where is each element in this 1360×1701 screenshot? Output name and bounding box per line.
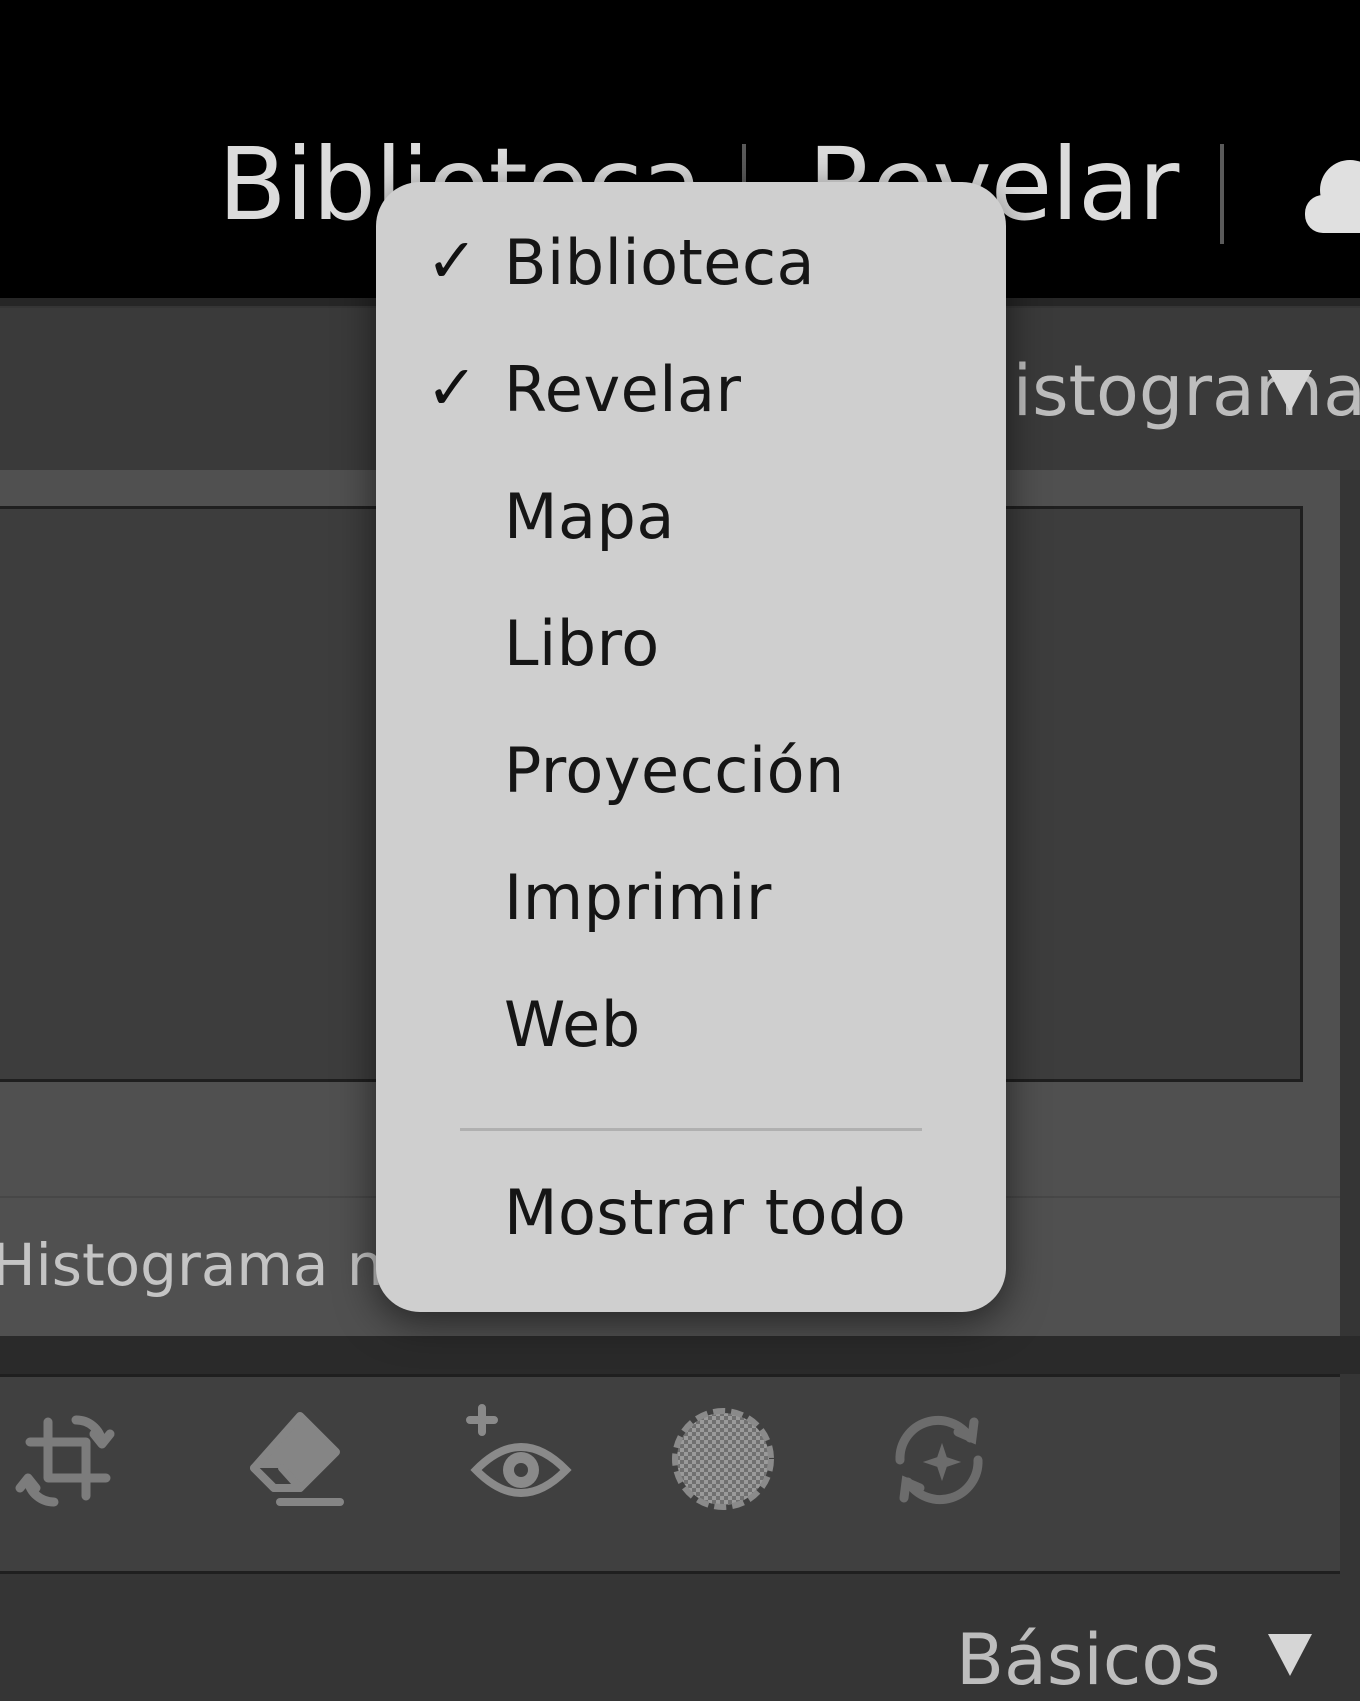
red-eye-icon[interactable]: [466, 1404, 576, 1514]
masking-icon[interactable]: [668, 1404, 778, 1514]
menu-item-proyeccion[interactable]: Proyección: [376, 718, 1006, 838]
menu-item-label: Mapa: [504, 480, 675, 553]
crop-icon[interactable]: [10, 1404, 120, 1514]
menu-item-label: Libro: [504, 607, 660, 680]
menu-item-mapa[interactable]: Mapa: [376, 464, 1006, 584]
menu-item-label: Biblioteca: [504, 226, 816, 299]
menu-item-label: Revelar: [504, 353, 742, 426]
histogram-collapse-icon[interactable]: [1268, 370, 1312, 412]
menu-item-label: Mostrar todo: [504, 1176, 907, 1249]
cloud-icon[interactable]: [1300, 150, 1360, 244]
eraser-icon[interactable]: [240, 1404, 350, 1514]
menu-item-show-all[interactable]: Mostrar todo: [376, 1160, 1006, 1280]
menu-item-label: Proyección: [504, 734, 845, 807]
module-separator: [1220, 144, 1224, 244]
basic-panel-title[interactable]: Básicos: [956, 1625, 1221, 1695]
checkmark-icon: ✓: [426, 351, 478, 424]
menu-item-label: Imprimir: [504, 861, 772, 934]
reset-icon[interactable]: [884, 1404, 994, 1514]
menu-separator: [460, 1128, 922, 1131]
menu-item-web[interactable]: Web: [376, 972, 1006, 1092]
menu-item-libro[interactable]: Libro: [376, 591, 1006, 711]
menu-item-biblioteca[interactable]: ✓ Biblioteca: [376, 210, 1006, 330]
menu-item-imprimir[interactable]: Imprimir: [376, 845, 1006, 965]
module-picker-menu: ✓ Biblioteca ✓ Revelar Mapa Libro Proyec…: [376, 182, 1006, 1312]
checkmark-icon: ✓: [426, 224, 478, 297]
tool-strip-gap: [0, 1336, 1360, 1374]
menu-item-label: Web: [504, 988, 641, 1061]
menu-item-revelar[interactable]: ✓ Revelar: [376, 337, 1006, 457]
basic-collapse-icon[interactable]: [1268, 1634, 1312, 1676]
